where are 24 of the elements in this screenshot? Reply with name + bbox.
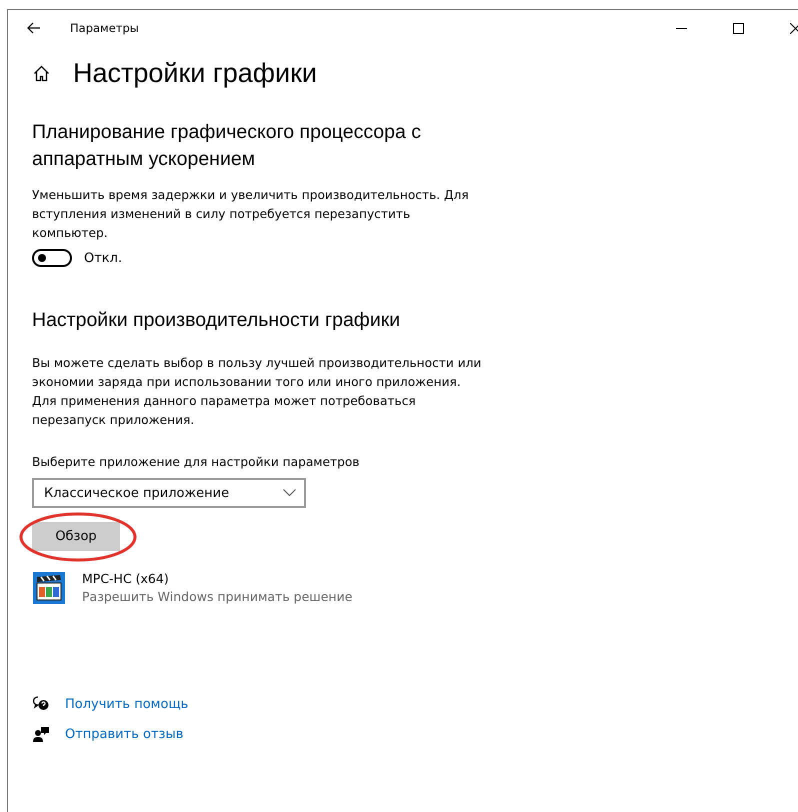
close-icon[interactable]: [790, 22, 798, 34]
feedback-icon: [33, 726, 49, 742]
back-icon[interactable]: [27, 22, 41, 34]
app-list-item[interactable]: MPC-HC (x64) Разрешить Windows принимать решение: [33, 571, 352, 604]
page-title: Настройки графики: [73, 58, 317, 89]
window-title: Параметры: [70, 21, 139, 35]
select-label: Выберите приложение для настройки параметров: [32, 455, 360, 469]
chevron-icon: [283, 489, 296, 497]
help-link[interactable]: Получить помощь: [65, 696, 188, 712]
section-heading: Планирование графического процессора с аппаратным ускорением: [32, 120, 422, 172]
feedback-link[interactable]: Отправить отзыв: [65, 726, 184, 742]
section-description: Уменьшить время задержки и увеличить производительность. Для вступления изменений в силу потребуется перезапустить компьютер.: [32, 187, 470, 242]
toggle-switch[interactable]: [32, 249, 72, 267]
maximize-icon[interactable]: [733, 22, 744, 34]
section-description: Вы можете сделать выбор в пользу лучшей производительности или экономии заряда при использовании того или иного приложения. Для применения данного параметра может потребоваться перезапуск приложения.: [32, 355, 482, 429]
help-chat-icon: [33, 696, 49, 712]
app-setting: Разрешить Windows принимать решение: [82, 589, 352, 604]
clapperboard-icon: [33, 572, 65, 604]
section-heading: Настройки производительности графики: [32, 308, 400, 333]
app-name: MPC-HC (x64): [82, 571, 170, 586]
browse-button[interactable]: Обзор: [32, 522, 120, 551]
home-icon[interactable]: [33, 65, 50, 82]
app-type-dropdown[interactable]: Классическое приложение: [32, 478, 306, 508]
toggle-label: Откл.: [84, 250, 122, 266]
